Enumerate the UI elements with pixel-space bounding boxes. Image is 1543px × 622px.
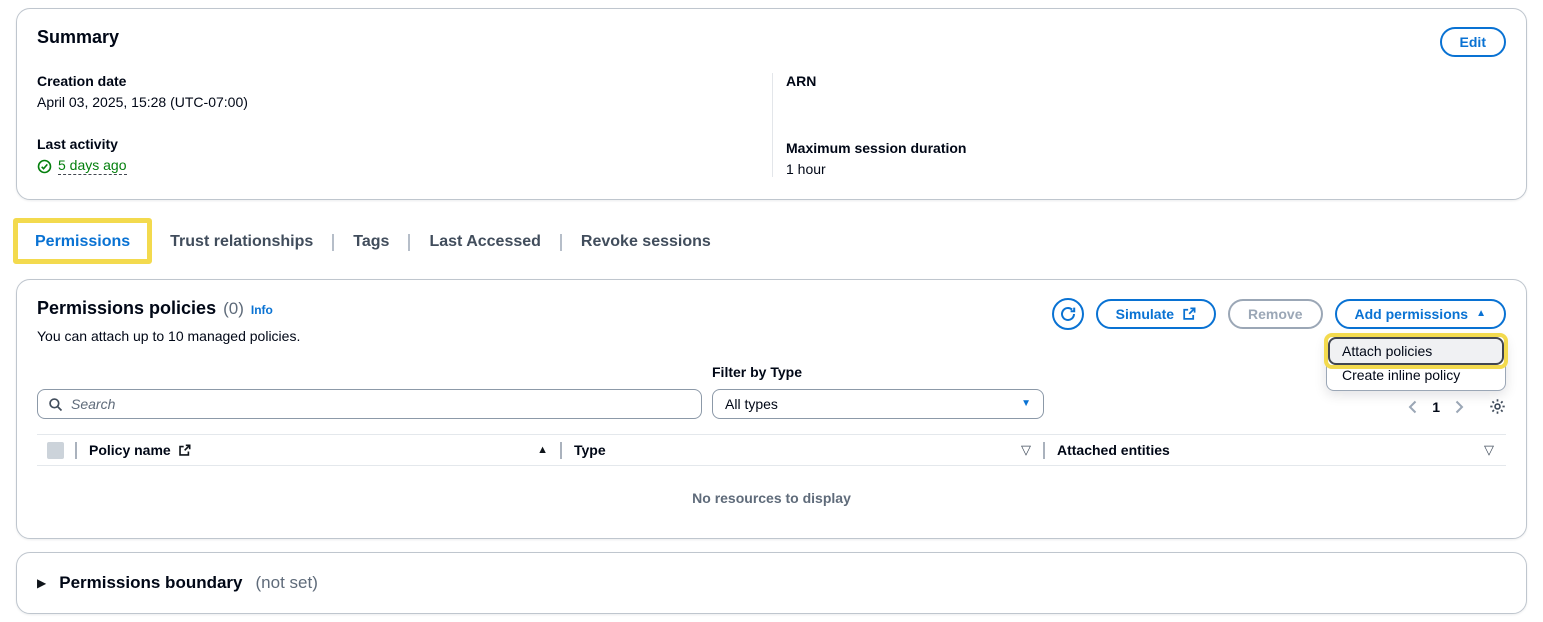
- last-activity-value[interactable]: 5 days ago: [37, 157, 127, 175]
- edit-button[interactable]: Edit: [1440, 27, 1506, 57]
- empty-state-message: No resources to display: [17, 466, 1526, 512]
- creation-date-value: April 03, 2025, 15:28 (UTC-07:00): [37, 94, 772, 110]
- filter-dropdown-icon[interactable]: ▽: [1484, 442, 1494, 458]
- detail-tabs: Permissions Trust relationships Tags Las…: [16, 223, 1527, 262]
- tab-divider: [560, 234, 562, 251]
- filter-dropdown-icon[interactable]: ▽: [1021, 442, 1031, 458]
- add-permissions-dropdown: Add permissions ▲ Attach policies Create…: [1335, 299, 1507, 329]
- tab-last-accessed-label: Last Accessed: [429, 233, 540, 250]
- previous-page-button[interactable]: [1408, 400, 1417, 414]
- tab-revoke-sessions[interactable]: Revoke sessions: [565, 223, 727, 262]
- max-session-label: Maximum session duration: [786, 140, 1506, 156]
- external-link-icon: [178, 444, 191, 457]
- policies-actions: Simulate Remove Add permissions ▲ Attach…: [1052, 298, 1506, 330]
- chevron-right-icon: [1455, 400, 1464, 414]
- tab-revoke-sessions-label: Revoke sessions: [581, 233, 711, 250]
- caret-up-icon: ▲: [1476, 309, 1486, 319]
- chevron-left-icon: [1408, 400, 1417, 414]
- tab-divider: [332, 234, 334, 251]
- policies-title: Permissions policies: [37, 298, 216, 319]
- tab-tags-label: Tags: [353, 233, 389, 250]
- tab-permissions-label: Permissions: [35, 233, 130, 250]
- permissions-boundary-card[interactable]: ▶ Permissions boundary (not set): [16, 552, 1527, 614]
- add-permissions-button[interactable]: Add permissions ▲: [1335, 299, 1507, 329]
- tab-tags[interactable]: Tags: [337, 223, 405, 262]
- tab-trust-relationships[interactable]: Trust relationships: [154, 223, 329, 262]
- search-icon: [48, 397, 63, 412]
- expand-right-icon[interactable]: ▶: [37, 576, 46, 590]
- filter-by-type-label: Filter by Type: [712, 364, 1044, 380]
- refresh-button[interactable]: [1052, 298, 1084, 330]
- type-filter-value: All types: [725, 396, 778, 412]
- external-link-icon: [1182, 307, 1196, 321]
- permissions-boundary-status: (not set): [256, 573, 318, 593]
- check-circle-icon: [37, 159, 52, 174]
- attach-policies-label: Attach policies: [1342, 343, 1432, 359]
- creation-date-label: Creation date: [37, 73, 772, 89]
- sort-ascending-icon[interactable]: ▲: [537, 444, 548, 456]
- policies-header-text: Permissions policies (0) Info You can at…: [37, 298, 300, 344]
- tab-divider: [408, 234, 410, 251]
- tab-permissions[interactable]: Permissions: [19, 223, 146, 262]
- menu-item-create-inline-policy[interactable]: Create inline policy: [1330, 363, 1502, 387]
- summary-header: Summary Edit: [37, 27, 1506, 57]
- simulate-label: Simulate: [1116, 306, 1174, 322]
- policies-controls: Filter by Type All types ▼ 1: [17, 364, 1526, 419]
- table-header: Policy name ▲ Type ▽ Attached entities ▽: [37, 434, 1506, 466]
- next-page-button[interactable]: [1455, 400, 1464, 414]
- info-link[interactable]: Info: [251, 303, 273, 317]
- page-number[interactable]: 1: [1432, 399, 1440, 415]
- select-all-checkbox[interactable]: [47, 442, 64, 459]
- gear-icon: [1489, 398, 1506, 415]
- tab-trust-relationships-label: Trust relationships: [170, 233, 313, 250]
- search-input[interactable]: [71, 396, 691, 412]
- arn-value: [786, 94, 1506, 114]
- type-filter-group: Filter by Type All types ▼: [712, 364, 1044, 419]
- summary-right-column: ARN Maximum session duration 1 hour: [773, 73, 1506, 177]
- column-attached-entities[interactable]: Attached entities ▽: [1045, 442, 1506, 458]
- summary-card: Summary Edit Creation date April 03, 202…: [16, 8, 1527, 200]
- pagination: 1: [1408, 398, 1506, 419]
- add-permissions-menu: Attach policies Create inline policy: [1326, 335, 1506, 391]
- last-activity-text: 5 days ago: [58, 157, 127, 175]
- type-header-label: Type: [574, 442, 606, 458]
- add-permissions-label: Add permissions: [1355, 306, 1469, 322]
- tab-divider: [149, 234, 151, 251]
- last-activity-field: Last activity 5 days ago: [37, 136, 772, 177]
- policies-header: Permissions policies (0) Info You can at…: [17, 298, 1526, 344]
- create-inline-policy-label: Create inline policy: [1342, 367, 1460, 383]
- permissions-boundary-title: Permissions boundary: [59, 573, 242, 593]
- column-type[interactable]: Type ▽: [562, 442, 1043, 458]
- search-box: [37, 389, 702, 419]
- caret-down-icon: ▼: [1021, 399, 1031, 409]
- column-policy-name[interactable]: Policy name ▲: [77, 442, 560, 458]
- remove-button[interactable]: Remove: [1228, 299, 1322, 329]
- menu-item-attach-policies[interactable]: Attach policies: [1330, 339, 1502, 363]
- summary-columns: Creation date April 03, 2025, 15:28 (UTC…: [37, 73, 1506, 177]
- summary-title: Summary: [37, 27, 119, 48]
- permissions-policies-card: Permissions policies (0) Info You can at…: [16, 279, 1527, 539]
- max-session-field: Maximum session duration 1 hour: [786, 140, 1506, 177]
- arn-field: ARN: [786, 73, 1506, 114]
- policies-count: (0): [223, 299, 244, 319]
- iam-role-detail-page: Summary Edit Creation date April 03, 202…: [0, 0, 1543, 622]
- settings-button[interactable]: [1489, 398, 1506, 415]
- max-session-value: 1 hour: [786, 161, 1506, 177]
- arn-label: ARN: [786, 73, 1506, 89]
- select-all-cell: [37, 442, 75, 459]
- summary-left-column: Creation date April 03, 2025, 15:28 (UTC…: [37, 73, 772, 177]
- last-activity-label: Last activity: [37, 136, 772, 152]
- policy-name-header-label: Policy name: [89, 442, 171, 458]
- attached-entities-header-label: Attached entities: [1057, 442, 1170, 458]
- type-filter-select[interactable]: All types ▼: [712, 389, 1044, 419]
- simulate-button[interactable]: Simulate: [1096, 299, 1216, 329]
- refresh-icon: [1060, 306, 1076, 322]
- creation-date-field: Creation date April 03, 2025, 15:28 (UTC…: [37, 73, 772, 110]
- tab-last-accessed[interactable]: Last Accessed: [413, 223, 556, 262]
- policies-description: You can attach up to 10 managed policies…: [37, 328, 300, 344]
